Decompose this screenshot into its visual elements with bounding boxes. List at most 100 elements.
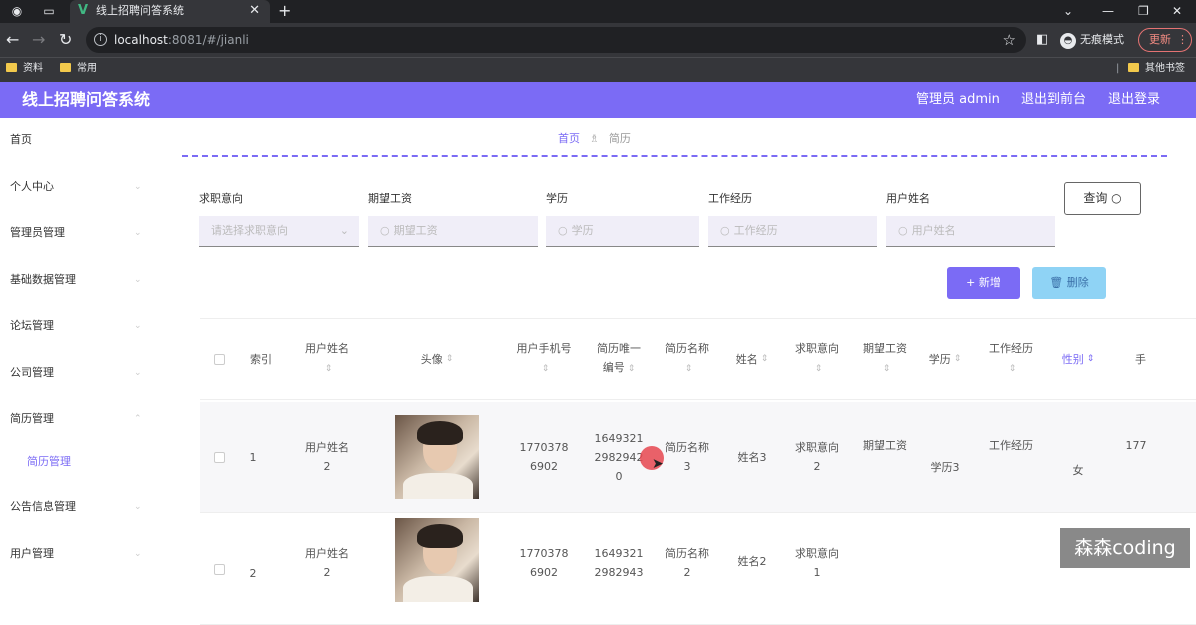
restore-icon[interactable]: ❐ bbox=[1138, 2, 1149, 20]
back-to-front-link[interactable]: 退出到前台 bbox=[1021, 91, 1086, 109]
bookmarks-separator: | bbox=[1116, 63, 1120, 74]
browser-tab[interactable]: V 线上招聘问答系统 ✕ bbox=[70, 0, 270, 23]
sort-icon[interactable]: ⇕ bbox=[761, 350, 769, 369]
col-phone[interactable]: 用户手机号⇕ bbox=[504, 319, 584, 399]
sort-icon[interactable]: ⇕ bbox=[1009, 364, 1017, 374]
chevron-down-icon: ⌄ bbox=[134, 321, 142, 331]
avatar-image[interactable] bbox=[395, 518, 479, 602]
other-bookmarks[interactable]: 其他书签 bbox=[1128, 62, 1185, 76]
close-tab-icon[interactable]: ✕ bbox=[249, 3, 260, 19]
chevron-down-icon: ⌄ bbox=[339, 224, 349, 237]
sort-icon[interactable]: ⇕ bbox=[954, 350, 962, 369]
col-gender[interactable]: 性别 ⇕ bbox=[1052, 319, 1104, 399]
folder-icon bbox=[1128, 63, 1139, 72]
col-salary[interactable]: 期望工资 ⇕ bbox=[852, 319, 918, 399]
sort-icon[interactable]: ⇕ bbox=[815, 364, 823, 374]
cell-name: 姓名2 bbox=[737, 555, 767, 568]
sidepanel-icon[interactable]: ◧ bbox=[1036, 31, 1048, 49]
cell-resume-name: 简历名称2 bbox=[665, 547, 709, 579]
logout-link[interactable]: 退出登录 bbox=[1108, 91, 1160, 109]
col-resume-code[interactable]: 简历唯一编号 ⇕ bbox=[586, 319, 652, 399]
table-row[interactable]: 1 用户姓名2 17703786902 16493212982942 0 简历名… bbox=[200, 402, 1196, 513]
col-intent[interactable]: 求职意向 ⇕ bbox=[784, 319, 850, 399]
cell-education: 学历3 bbox=[930, 460, 960, 474]
sort-icon[interactable]: ⇕ bbox=[542, 364, 550, 374]
col-education[interactable]: 学历 ⇕ bbox=[920, 319, 970, 399]
sidebar-item-notice[interactable]: 公告信息管理 bbox=[10, 500, 76, 514]
breadcrumb-separator-icon: ♗ bbox=[589, 132, 600, 145]
divider bbox=[182, 155, 1167, 157]
tab-list-icon[interactable]: ▭ bbox=[42, 4, 56, 18]
table-row[interactable]: 2 用户姓名2 17703786902 16493212982943 简历名称2… bbox=[200, 514, 1196, 625]
bookmarks-bar: 资料 常用 | 其他书签 bbox=[0, 57, 1196, 82]
col-resume-name[interactable]: 简历名称 ⇕ bbox=[654, 319, 720, 399]
sidebar-item-profile[interactable]: 个人中心 bbox=[10, 180, 54, 194]
row-checkbox[interactable] bbox=[213, 451, 225, 463]
sidebar-item-company[interactable]: 公司管理 bbox=[10, 366, 54, 380]
search-icon: ○ bbox=[380, 224, 390, 237]
experience-input[interactable]: ○ 工作经历 bbox=[708, 216, 877, 247]
globe-icon[interactable]: ◉ bbox=[10, 4, 24, 18]
sort-icon[interactable]: ⇕ bbox=[685, 364, 693, 374]
folder-icon bbox=[6, 63, 17, 72]
folder-icon bbox=[60, 63, 71, 72]
select-all-checkbox-cell bbox=[200, 319, 238, 399]
salary-input[interactable]: ○ 期望工资 bbox=[368, 216, 538, 247]
update-button[interactable]: 更新 ⋮ bbox=[1138, 28, 1192, 52]
query-button[interactable]: 查询 ○ bbox=[1064, 182, 1141, 215]
avatar-image[interactable] bbox=[395, 415, 479, 499]
select-all-checkbox[interactable] bbox=[213, 353, 225, 365]
sidebar-subitem-resume[interactable]: 简历管理 bbox=[27, 455, 71, 469]
incognito-indicator[interactable]: ◓ 无痕模式 bbox=[1060, 31, 1124, 49]
resume-table: 索引 用户姓名 ⇕ 头像 ⇕ 用户手机号⇕ 简历唯一编号 ⇕ 简历名称 ⇕ 姓名 ⇕ 求职… bbox=[200, 314, 1196, 625]
breadcrumb-home[interactable]: 首页 bbox=[558, 132, 580, 145]
app-header: 线上招聘问答系统 管理员 admin 退出到前台 退出登录 bbox=[0, 82, 1196, 118]
education-input[interactable]: ○ 学历 bbox=[546, 216, 699, 247]
reload-icon[interactable]: ↻ bbox=[59, 30, 72, 50]
col-phone2: 手 bbox=[1135, 352, 1146, 366]
search-icon: ○ bbox=[1111, 191, 1122, 205]
add-button[interactable]: + 新增 bbox=[947, 267, 1020, 299]
sidebar-item-admins[interactable]: 管理员管理 bbox=[10, 226, 65, 240]
table-header: 索引 用户姓名 ⇕ 头像 ⇕ 用户手机号⇕ 简历唯一编号 ⇕ 简历名称 ⇕ 姓名 ⇕ 求职… bbox=[200, 318, 1196, 400]
chevron-down-icon[interactable]: ⌄ bbox=[1063, 2, 1073, 20]
sort-icon[interactable]: ⇕ bbox=[628, 364, 636, 374]
chevron-down-icon: ⌄ bbox=[134, 368, 142, 378]
username-input[interactable]: ○ 用户姓名 bbox=[886, 216, 1055, 247]
bookmark-folder[interactable]: 资料 bbox=[6, 62, 43, 76]
col-username[interactable]: 用户姓名 ⇕ bbox=[284, 319, 370, 399]
minimize-icon[interactable]: — bbox=[1102, 2, 1114, 20]
bookmark-folder[interactable]: 常用 bbox=[60, 62, 97, 76]
cell-avatar bbox=[372, 514, 502, 624]
col-name[interactable]: 姓名 ⇕ bbox=[722, 319, 782, 399]
sidebar-item-basic-data[interactable]: 基础数据管理 bbox=[10, 273, 76, 287]
sidebar-item-users[interactable]: 用户管理 bbox=[10, 547, 54, 561]
sidebar-item-home[interactable]: 首页 bbox=[10, 133, 32, 147]
back-icon[interactable]: ← bbox=[6, 30, 19, 50]
address-bar[interactable]: i localhost:8081/#/jianli ☆ bbox=[86, 27, 1026, 53]
intent-select[interactable]: 请选择求职意向 ⌄ bbox=[199, 216, 359, 247]
cell-index: 1 bbox=[249, 450, 257, 464]
url-text[interactable]: localhost:8081/#/jianli bbox=[114, 32, 249, 48]
close-window-icon[interactable]: ✕ bbox=[1172, 2, 1182, 20]
sort-icon[interactable]: ⇕ bbox=[325, 364, 333, 374]
sort-icon[interactable]: ⇕ bbox=[883, 364, 891, 374]
filter-label-experience: 工作经历 bbox=[708, 192, 752, 205]
sort-icon[interactable]: ⇕ bbox=[446, 350, 454, 369]
forward-icon[interactable]: → bbox=[32, 30, 45, 50]
main-content: 首页 ♗ 简历 求职意向 期望工资 学历 工作经历 用户姓名 请选择求职意向 ⌄… bbox=[162, 118, 1196, 625]
info-icon[interactable]: i bbox=[94, 33, 107, 46]
new-tab-icon[interactable]: + bbox=[278, 2, 291, 20]
sidebar-item-resume[interactable]: 简历管理 bbox=[10, 412, 54, 426]
row-checkbox[interactable] bbox=[213, 563, 225, 575]
col-avatar[interactable]: 头像 ⇕ bbox=[372, 319, 502, 399]
row-checkbox-cell bbox=[200, 514, 238, 624]
bookmark-star-icon[interactable]: ☆ bbox=[1003, 30, 1016, 50]
cell-index: 2 bbox=[249, 567, 257, 580]
watermark: 森森coding bbox=[1060, 528, 1190, 568]
row-checkbox-cell bbox=[200, 402, 238, 512]
col-experience[interactable]: 工作经历 ⇕ bbox=[972, 319, 1050, 399]
delete-button[interactable]: 🗑 删除 bbox=[1032, 267, 1106, 299]
sort-icon[interactable]: ⇕ bbox=[1087, 350, 1095, 369]
sidebar-item-forum[interactable]: 论坛管理 bbox=[10, 319, 54, 333]
